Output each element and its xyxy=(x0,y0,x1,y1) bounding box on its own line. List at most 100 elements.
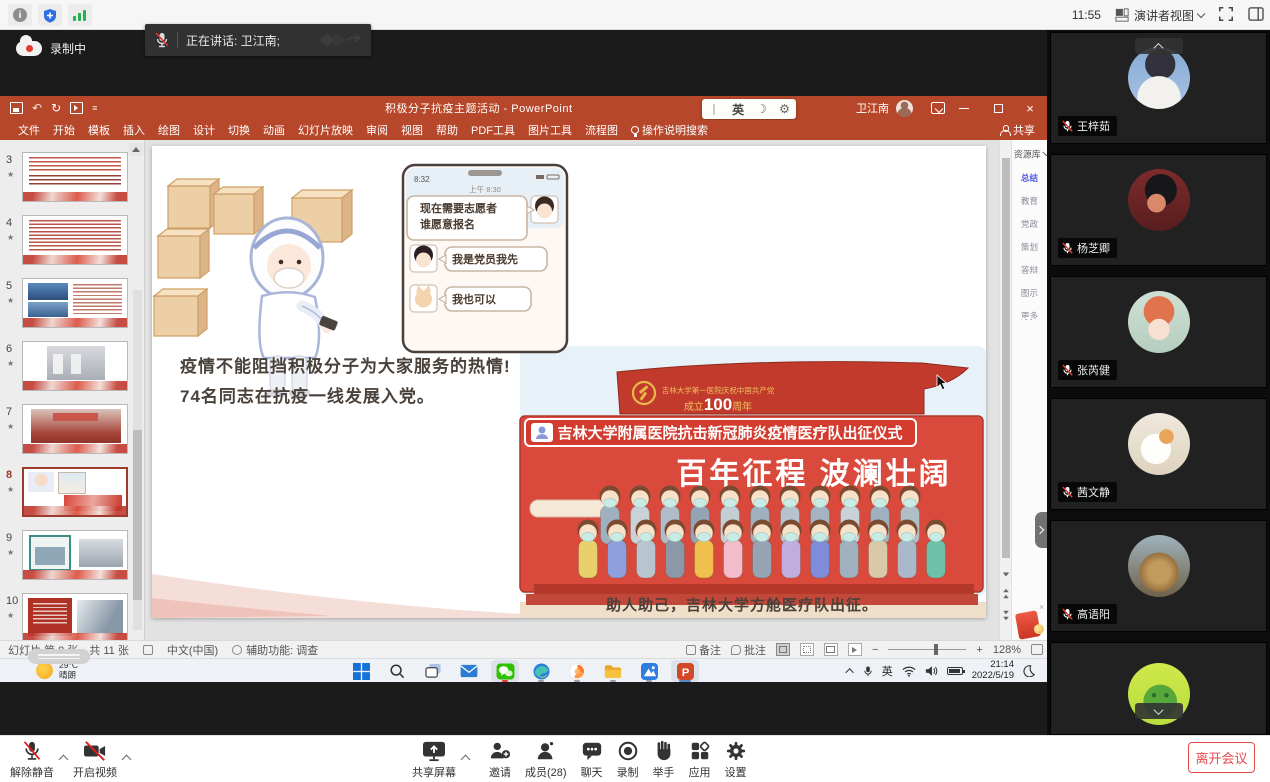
language-status[interactable]: 中文(中国) xyxy=(167,642,218,658)
tray-expand-icon[interactable] xyxy=(845,668,853,676)
resource-item-more[interactable]: 更多 xyxy=(1013,309,1046,321)
video-options-chevron[interactable] xyxy=(122,755,132,765)
mic-options-chevron[interactable] xyxy=(59,755,69,765)
clock-widget[interactable]: 21:142022/5/19 xyxy=(972,660,1014,682)
file-explorer-button[interactable] xyxy=(599,660,627,682)
zoom-in-button[interactable]: + xyxy=(976,644,982,656)
wechat-app-button[interactable] xyxy=(491,660,519,682)
slide-thumbnail-8[interactable] xyxy=(22,467,128,517)
info-button[interactable]: i xyxy=(8,4,32,26)
moon-icon[interactable]: ☽ xyxy=(756,102,767,116)
slide-thumbnail-6[interactable] xyxy=(22,341,128,391)
task-view-button[interactable] xyxy=(419,660,447,682)
raise-hand-button[interactable]: 举手 xyxy=(653,736,675,782)
panel-scrollbar[interactable] xyxy=(133,290,142,630)
edge-browser-button[interactable] xyxy=(527,660,555,682)
ribbon-tab-animations[interactable]: 动画 xyxy=(263,122,285,138)
slide-thumbnail-7[interactable] xyxy=(22,404,128,454)
slide-thumbnail-5[interactable] xyxy=(22,278,128,328)
resource-item-party[interactable]: 党政 xyxy=(1013,217,1046,229)
network-quality-button[interactable] xyxy=(68,4,92,26)
canvas-scrollbar-thumb[interactable] xyxy=(1002,158,1010,558)
slide-thumbnail-10[interactable] xyxy=(22,593,128,643)
resource-item-education[interactable]: 教育 xyxy=(1013,194,1046,206)
resource-panel-title[interactable]: 资源库 xyxy=(1014,147,1046,161)
zoom-slider-thumb[interactable] xyxy=(934,644,938,655)
invite-button[interactable]: 邀请 xyxy=(489,736,511,782)
view-mode-button[interactable]: 演讲者视图 xyxy=(1115,7,1204,24)
participant-tile[interactable] xyxy=(1050,642,1267,735)
undo-icon[interactable]: ↶ xyxy=(32,101,42,115)
tray-mic-icon[interactable] xyxy=(863,665,873,678)
accessibility-status[interactable]: 辅助功能: 调查 xyxy=(232,642,318,658)
close-button[interactable]: × xyxy=(1014,96,1046,120)
ribbon-tab-pdf-tools[interactable]: PDF工具 xyxy=(471,122,515,138)
participant-tile[interactable]: 张芮健 xyxy=(1050,276,1267,388)
slide-sorter-view-button[interactable] xyxy=(800,643,814,656)
resource-item-defense[interactable]: 答辩 xyxy=(1013,263,1046,275)
previous-slide-button[interactable] xyxy=(1002,588,1010,599)
volume-icon[interactable] xyxy=(925,665,938,677)
security-button[interactable] xyxy=(38,4,62,26)
fit-to-window-icon[interactable] xyxy=(1031,644,1043,655)
reading-view-button[interactable] xyxy=(824,643,838,656)
scroll-participants-up-button[interactable] xyxy=(1135,38,1183,54)
start-video-button[interactable]: 开启视频 xyxy=(73,736,117,782)
save-icon[interactable] xyxy=(10,102,23,114)
fullscreen-button[interactable] xyxy=(1218,6,1234,25)
ribbon-tab-view[interactable]: 视图 xyxy=(401,122,423,138)
members-button[interactable]: 成员(28) xyxy=(525,736,567,782)
restore-button[interactable] xyxy=(982,96,1014,120)
focus-moon-icon[interactable] xyxy=(1023,665,1035,677)
panel-scroll-up-button[interactable] xyxy=(129,143,143,156)
cloud-app-button[interactable] xyxy=(635,660,663,682)
side-panel-toggle[interactable] xyxy=(1248,7,1264,24)
zoom-level[interactable]: 128% xyxy=(993,644,1021,656)
ribbon-tab-flowchart[interactable]: 流程图 xyxy=(585,122,618,138)
ribbon-tab-design[interactable]: 设计 xyxy=(193,122,215,138)
share-screen-button[interactable]: 共享屏幕 xyxy=(412,736,456,782)
qat-customize-icon[interactable]: ≡ xyxy=(92,103,97,113)
browser-app-button[interactable] xyxy=(563,660,591,682)
ribbon-tab-review[interactable]: 审阅 xyxy=(366,122,388,138)
participant-tile[interactable]: 高语阳 xyxy=(1050,520,1267,632)
next-slide-button[interactable] xyxy=(1002,610,1010,621)
windows-start-button[interactable] xyxy=(347,660,375,682)
minimize-button[interactable] xyxy=(948,96,980,120)
collapsed-floating-bar[interactable] xyxy=(28,649,90,664)
wifi-icon[interactable] xyxy=(902,666,916,677)
participant-tile[interactable]: 茜文静 xyxy=(1050,398,1267,510)
settings-button[interactable]: 设置 xyxy=(725,736,747,782)
red-envelope-promo-icon[interactable] xyxy=(1015,610,1041,639)
spellcheck-icon[interactable] xyxy=(143,645,153,655)
scroll-participants-down-button[interactable] xyxy=(1135,703,1183,719)
tell-me-search[interactable]: 操作说明搜索 xyxy=(631,122,708,138)
slide-thumbnail-3[interactable] xyxy=(22,152,128,202)
ime-mode-button[interactable]: 英 xyxy=(732,101,744,118)
apps-button[interactable]: 应用 xyxy=(689,736,711,782)
share-button[interactable]: 共享 xyxy=(1000,120,1035,140)
ribbon-tab-picture-tools[interactable]: 图片工具 xyxy=(528,122,572,138)
record-button[interactable]: 录制 xyxy=(617,736,639,782)
tray-ime-indicator[interactable]: 英 xyxy=(882,663,893,679)
ribbon-tab-transitions[interactable]: 切换 xyxy=(228,122,250,138)
slide-thumbnail-4[interactable] xyxy=(22,215,128,265)
resource-item-summary[interactable]: 总结 xyxy=(1013,171,1046,183)
scroll-down-button[interactable] xyxy=(1002,572,1010,577)
slideshow-view-button[interactable] xyxy=(848,643,862,656)
zoom-out-button[interactable]: − xyxy=(872,644,878,656)
comments-button[interactable]: 批注 xyxy=(731,642,766,658)
ribbon-tab-template[interactable]: 模板 xyxy=(88,122,110,138)
leave-meeting-button[interactable]: 离开会议 xyxy=(1188,742,1255,773)
ribbon-tab-file[interactable]: 文件 xyxy=(18,122,40,138)
mail-app-button[interactable] xyxy=(455,660,483,682)
ribbon-tab-home[interactable]: 开始 xyxy=(53,122,75,138)
ribbon-tab-insert[interactable]: 插入 xyxy=(123,122,145,138)
notes-button[interactable]: 备注 xyxy=(686,642,721,658)
resource-item-planning[interactable]: 策划 xyxy=(1013,240,1046,252)
slideshow-icon[interactable] xyxy=(70,102,83,114)
battery-icon[interactable] xyxy=(947,667,963,675)
promo-close-icon[interactable]: × xyxy=(1039,602,1044,612)
panel-scrollbar-thumb[interactable] xyxy=(133,430,142,600)
unmute-button[interactable]: 解除静音 xyxy=(10,736,54,782)
